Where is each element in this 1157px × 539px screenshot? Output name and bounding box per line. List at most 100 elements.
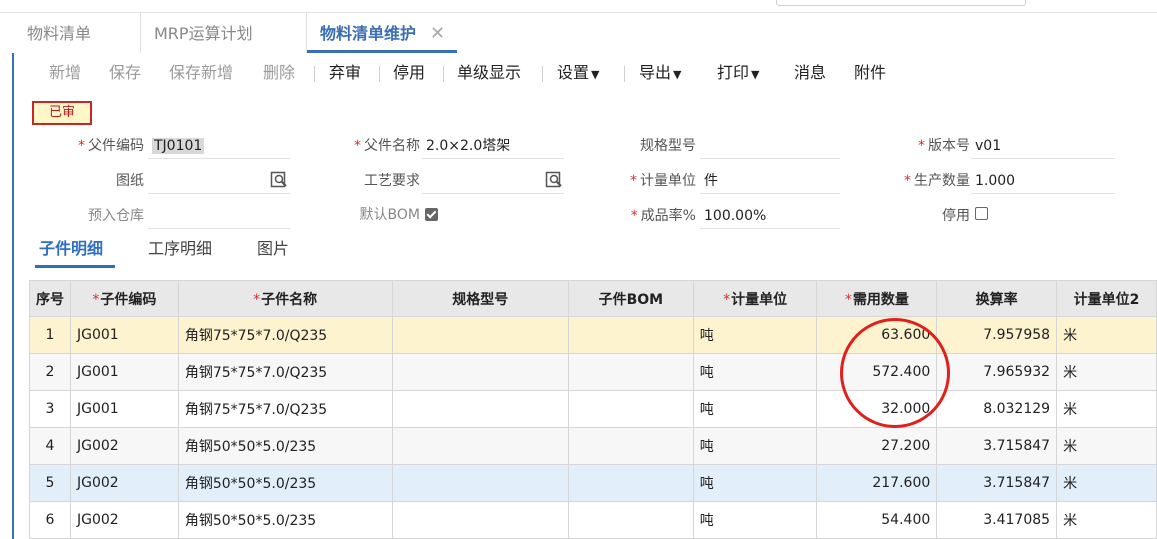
table-cell[interactable]: 米 xyxy=(1056,464,1157,502)
table-cell[interactable]: 角钢50*50*5.0/235 xyxy=(177,427,393,465)
table-cell[interactable]: JG001 xyxy=(70,316,179,354)
column-header[interactable]: 换算率 xyxy=(936,280,1058,317)
settings-dropdown[interactable]: 设置 ▼ xyxy=(557,53,599,93)
message-button[interactable]: 消息 xyxy=(794,53,826,93)
table-cell[interactable] xyxy=(567,316,694,354)
attachment-button[interactable]: 附件 xyxy=(854,53,886,93)
process-req-field[interactable] xyxy=(422,169,564,194)
table-cell[interactable]: 吨 xyxy=(692,353,818,391)
tab-component-details[interactable]: 子件明细 xyxy=(35,232,116,268)
column-header[interactable]: *子件名称 xyxy=(177,280,393,317)
table-cell[interactable]: 27.200 xyxy=(816,427,938,465)
table-cell[interactable]: 217.600 xyxy=(816,464,938,502)
table-cell[interactable] xyxy=(567,353,694,391)
table-cell[interactable]: 54.400 xyxy=(816,501,938,539)
table-cell[interactable]: 米 xyxy=(1056,316,1157,354)
table-cell[interactable] xyxy=(391,464,569,502)
disabled-checkbox[interactable] xyxy=(975,207,988,220)
table-row[interactable]: 4 JG002 角钢50*50*5.0/235 吨 27.200 3.715847 米 xyxy=(29,427,1157,465)
table-cell[interactable] xyxy=(567,464,694,502)
table-cell[interactable]: 7.957958 xyxy=(936,316,1058,354)
table-cell[interactable] xyxy=(567,501,694,539)
table-cell[interactable]: 2 xyxy=(29,353,71,391)
table-row[interactable]: 1 JG001 角钢75*75*7.0/Q235 吨 63.600 7.957958 米 xyxy=(29,316,1157,354)
table-cell[interactable]: 32.000 xyxy=(816,390,938,428)
delete-button[interactable]: 删除 xyxy=(263,53,295,93)
table-cell[interactable]: 吨 xyxy=(692,316,818,354)
drawing-field[interactable] xyxy=(148,169,290,194)
table-cell[interactable]: 角钢75*75*7.0/Q235 xyxy=(177,353,393,391)
tab-bom-list[interactable]: 物料清单 xyxy=(27,13,91,53)
column-header[interactable]: 子件BOM xyxy=(567,280,694,317)
table-cell[interactable] xyxy=(391,501,569,539)
table-cell[interactable]: 572.400 xyxy=(816,353,938,391)
column-header[interactable]: 规格型号 xyxy=(391,280,569,317)
parent-code-field[interactable]: TJ0101 xyxy=(148,134,290,159)
table-cell[interactable]: 吨 xyxy=(692,390,818,428)
tab-bom-maintenance[interactable]: 物料清单维护 ✕ xyxy=(306,13,458,55)
table-cell[interactable]: 米 xyxy=(1056,390,1157,428)
table-row[interactable]: 5 JG002 角钢50*50*5.0/235 吨 217.600 3.715847 米 xyxy=(29,464,1157,502)
table-cell[interactable]: 8.032129 xyxy=(936,390,1058,428)
table-cell[interactable]: JG001 xyxy=(70,353,179,391)
table-cell[interactable]: JG002 xyxy=(70,427,179,465)
table-cell[interactable]: JG002 xyxy=(70,464,179,502)
column-header[interactable]: 计量单位2 xyxy=(1056,280,1157,317)
print-dropdown[interactable]: 打印 ▼ xyxy=(717,53,759,93)
single-level-button[interactable]: 单级显示 xyxy=(457,53,521,93)
column-header[interactable]: *计量单位 xyxy=(692,280,818,317)
new-button[interactable]: 新增 xyxy=(49,53,81,93)
table-cell[interactable]: 吨 xyxy=(692,464,818,502)
table-cell[interactable]: 米 xyxy=(1056,427,1157,465)
table-cell[interactable] xyxy=(567,427,694,465)
lookup-icon[interactable] xyxy=(270,171,288,189)
table-cell[interactable] xyxy=(391,427,569,465)
tab-mrp-plan[interactable]: MRP运算计划 xyxy=(140,13,253,53)
table-row[interactable]: 3 JG001 角钢75*75*7.0/Q235 吨 32.000 8.032129 米 xyxy=(29,390,1157,428)
global-search-box[interactable] xyxy=(776,0,1026,6)
table-cell[interactable]: 米 xyxy=(1056,353,1157,391)
table-cell[interactable]: 吨 xyxy=(692,427,818,465)
table-cell[interactable]: 6 xyxy=(29,501,71,539)
table-cell[interactable]: 米 xyxy=(1056,501,1157,539)
column-header[interactable]: *子件编码 xyxy=(70,280,179,317)
save-button[interactable]: 保存 xyxy=(109,53,141,93)
disable-button[interactable]: 停用 xyxy=(393,53,425,93)
version-field[interactable]: v01 xyxy=(971,134,1115,159)
table-cell[interactable]: 3 xyxy=(29,390,71,428)
table-cell[interactable]: 7.965932 xyxy=(936,353,1058,391)
table-cell[interactable]: 3.715847 xyxy=(936,464,1058,502)
table-cell[interactable]: 角钢75*75*7.0/Q235 xyxy=(177,316,393,354)
table-cell[interactable]: JG001 xyxy=(70,390,179,428)
table-cell[interactable]: 3.715847 xyxy=(936,427,1058,465)
column-header[interactable]: 序号 xyxy=(29,280,71,317)
table-row[interactable]: 6 JG002 角钢50*50*5.0/235 吨 54.400 3.417085 米 xyxy=(29,501,1157,539)
unit-field[interactable]: 件 xyxy=(700,169,840,194)
save-new-button[interactable]: 保存新增 xyxy=(169,53,233,93)
table-cell[interactable]: 角钢50*50*5.0/235 xyxy=(177,464,393,502)
table-cell[interactable]: 5 xyxy=(29,464,71,502)
default-bom-checkbox[interactable] xyxy=(425,208,438,221)
yield-field[interactable]: 100.00% xyxy=(700,204,840,229)
table-cell[interactable]: 角钢75*75*7.0/Q235 xyxy=(177,390,393,428)
table-cell[interactable]: 63.600 xyxy=(816,316,938,354)
table-row[interactable]: 2 JG001 角钢75*75*7.0/Q235 吨 572.400 7.965932 米 xyxy=(29,353,1157,391)
tab-images[interactable]: 图片 xyxy=(257,232,289,266)
table-cell[interactable] xyxy=(391,353,569,391)
table-cell[interactable] xyxy=(391,390,569,428)
unapprove-button[interactable]: 弃审 xyxy=(329,53,361,93)
table-cell[interactable]: JG002 xyxy=(70,501,179,539)
production-qty-field[interactable]: 1.000 xyxy=(971,169,1115,194)
column-header[interactable]: *需用数量 xyxy=(816,280,938,317)
table-cell[interactable] xyxy=(567,390,694,428)
pre-warehouse-field[interactable] xyxy=(148,204,290,229)
lookup-icon[interactable] xyxy=(545,171,563,189)
export-dropdown[interactable]: 导出 ▼ xyxy=(639,53,681,93)
table-cell[interactable]: 1 xyxy=(29,316,71,354)
close-icon[interactable]: ✕ xyxy=(430,13,445,55)
table-cell[interactable]: 角钢50*50*5.0/235 xyxy=(177,501,393,539)
table-cell[interactable]: 吨 xyxy=(692,501,818,539)
tab-process-details[interactable]: 工序明细 xyxy=(148,232,212,266)
table-cell[interactable]: 4 xyxy=(29,427,71,465)
parent-name-field[interactable]: 2.0×2.0塔架 xyxy=(422,134,564,159)
